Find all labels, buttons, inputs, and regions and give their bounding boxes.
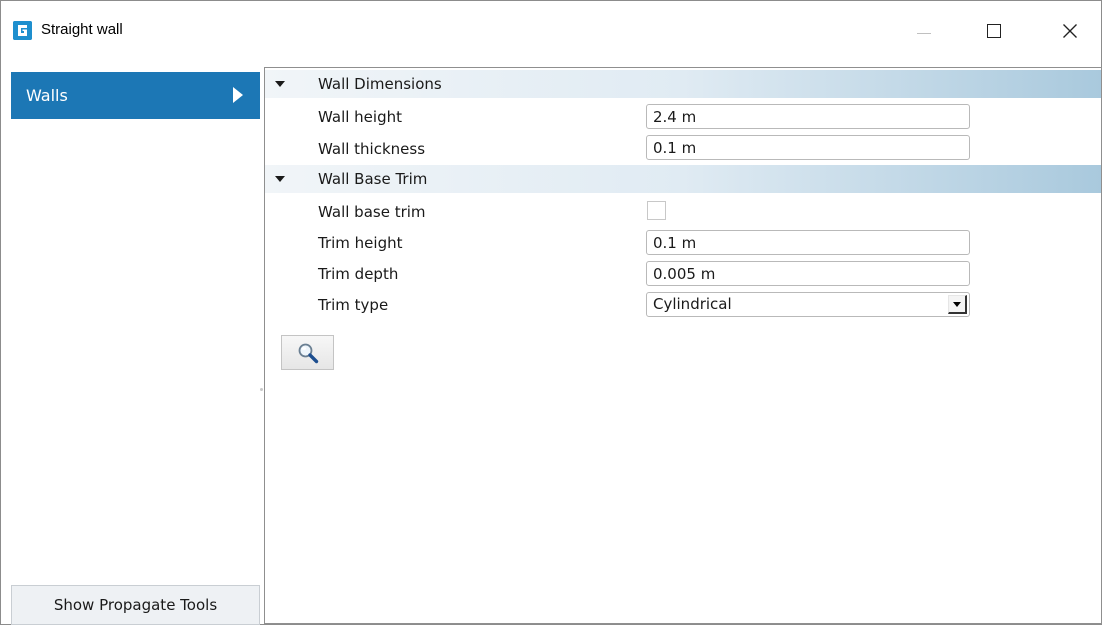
wall-base-trim-label: Wall base trim (318, 203, 426, 221)
wall-height-input[interactable] (646, 104, 970, 129)
section-title: Wall Dimensions (318, 75, 442, 93)
app-logo-icon (13, 21, 32, 40)
magnifier-icon (298, 343, 318, 363)
dropdown-button[interactable] (948, 295, 967, 314)
minimize-button[interactable] (901, 11, 947, 51)
wall-height-label: Wall height (318, 108, 402, 126)
section-title: Wall Base Trim (318, 170, 428, 188)
section-header-wall-dimensions[interactable]: Wall Dimensions (265, 70, 1101, 98)
sidebar-item-label: Walls (26, 86, 68, 105)
show-propagate-tools-button[interactable]: Show Propagate Tools (11, 585, 260, 625)
trim-depth-label: Trim depth (318, 265, 399, 283)
trim-type-label: Trim type (318, 296, 389, 314)
window-title: Straight wall (41, 21, 123, 38)
minimize-icon (917, 32, 931, 34)
chevron-down-icon (953, 302, 961, 307)
dialog-window: Straight wall Walls Show Propagate Tools… (0, 0, 1102, 625)
wall-thickness-input[interactable] (646, 135, 970, 160)
trim-type-select[interactable]: Cylindrical (646, 292, 970, 317)
properties-panel: Wall Dimensions Wall height Wall thickne… (264, 67, 1102, 624)
category-sidebar: Walls Show Propagate Tools (11, 63, 260, 625)
section-header-wall-base-trim[interactable]: Wall Base Trim (265, 165, 1101, 193)
maximize-icon (987, 24, 1001, 38)
trim-type-value: Cylindrical (653, 295, 732, 313)
caret-down-icon[interactable] (275, 81, 285, 87)
search-button[interactable] (281, 335, 334, 370)
trim-height-label: Trim height (318, 234, 403, 252)
trim-depth-input[interactable] (646, 261, 970, 286)
sidebar-item-walls[interactable]: Walls (11, 72, 260, 119)
title-bar[interactable]: Straight wall (1, 1, 1101, 63)
wall-thickness-label: Wall thickness (318, 140, 426, 158)
wall-base-trim-checkbox[interactable] (647, 201, 666, 220)
close-button[interactable] (1047, 11, 1093, 51)
chevron-right-icon (233, 87, 243, 103)
close-icon (1063, 24, 1077, 38)
maximize-button[interactable] (971, 11, 1017, 51)
trim-height-input[interactable] (646, 230, 970, 255)
splitter-handle[interactable] (260, 388, 263, 391)
caret-down-icon[interactable] (275, 176, 285, 182)
